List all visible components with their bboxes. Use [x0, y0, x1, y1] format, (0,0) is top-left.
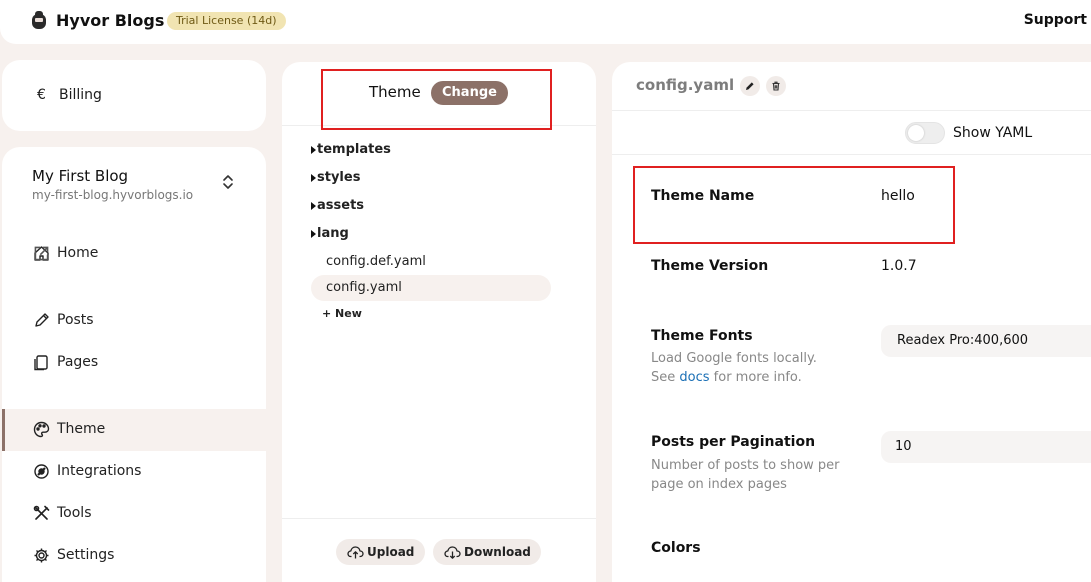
euro-icon: € [37, 87, 46, 103]
highlight-box-theme-name [633, 166, 955, 244]
folder-assets[interactable]: assets [310, 198, 364, 213]
file-config-yaml[interactable]: config.yaml [326, 280, 402, 295]
sidebar-item-label: Tools [57, 505, 92, 521]
editor-toolbar-divider [612, 154, 1091, 155]
folder-lang[interactable]: lang [311, 226, 349, 241]
posts-per-pagination-help: Number of posts to show per page on inde… [651, 458, 840, 492]
sidebar-item-label: Settings [57, 547, 115, 563]
new-file-button[interactable]: + New [322, 307, 362, 320]
external-link-icon[interactable] [33, 245, 50, 262]
file-config-def-yaml[interactable]: config.def.yaml [326, 254, 426, 269]
top-bar: Hyvor Blogs Trial License (14d) Support [0, 0, 1091, 44]
pencil-icon [746, 82, 754, 90]
sidebar-item-settings[interactable]: Settings [2, 535, 266, 577]
sidebar-item-label: Integrations [57, 463, 142, 479]
tools-icon [33, 505, 50, 520]
cloud-upload-icon [347, 546, 364, 559]
sidebar: My First Blog my-first-blog.hyvorblogs.i… [2, 147, 266, 582]
theme-files-panel: Theme Change templates styles assets lan… [282, 62, 596, 582]
sidebar-item-label: Pages [57, 354, 99, 370]
folder-templates[interactable]: templates [311, 142, 391, 157]
editor-file-title: config.yaml [636, 76, 735, 94]
sidebar-item-home[interactable]: Home [2, 233, 266, 275]
download-label: Download [464, 545, 531, 559]
posts-per-pagination-label: Posts per Pagination [651, 434, 816, 450]
theme-version-value: 1.0.7 [881, 258, 917, 274]
sidebar-item-label: Home [57, 245, 99, 261]
docs-link[interactable]: docs [679, 370, 709, 385]
sidebar-item-tools[interactable]: Tools [2, 493, 266, 535]
delete-file-button[interactable] [766, 76, 786, 96]
show-yaml-label: Show YAML [953, 125, 1033, 141]
cloud-download-icon [444, 546, 461, 559]
theme-fonts-help-rest: for more info. [713, 370, 802, 385]
billing-card[interactable]: € Billing [2, 60, 266, 131]
files-footer-divider [282, 518, 596, 519]
highlight-box-theme-change [321, 69, 552, 130]
editor-header-divider [612, 110, 1091, 111]
theme-fonts-label: Theme Fonts [651, 328, 753, 344]
support-link[interactable]: Support [1024, 12, 1087, 28]
sidebar-item-integrations[interactable]: Integrations [2, 451, 266, 493]
upload-button[interactable]: Upload [336, 539, 425, 565]
blog-name: My First Blog [32, 167, 129, 185]
blog-url: my-first-blog.hyvorblogs.io [32, 188, 194, 202]
folder-styles[interactable]: styles [310, 170, 360, 185]
theme-version-label: Theme Version [651, 258, 769, 274]
colors-label: Colors [651, 540, 701, 556]
pencil-icon [35, 313, 49, 327]
sidebar-item-pages[interactable]: Pages [2, 342, 266, 384]
sidebar-item-theme[interactable]: Theme [2, 409, 266, 451]
sidebar-item-label: Theme [57, 421, 106, 437]
chevron-updown-icon[interactable] [220, 173, 236, 191]
billing-label: Billing [59, 87, 102, 103]
sidebar-item-posts[interactable]: Posts [2, 300, 266, 342]
config-editor-panel: config.yaml Show YAML Theme Name hello T… [612, 62, 1091, 582]
gear-icon [34, 548, 49, 563]
hyvor-logo-icon [32, 11, 46, 29]
theme-fonts-help-see: See [651, 370, 676, 385]
show-yaml-toggle[interactable] [905, 122, 945, 144]
theme-fonts-help: Load Google fonts locally. See docs for … [651, 349, 866, 387]
download-button[interactable]: Download [433, 539, 541, 565]
theme-fonts-help-line1: Load Google fonts locally. [651, 351, 817, 366]
theme-fonts-input[interactable]: Readex Pro:400,600 [881, 325, 1091, 357]
upload-label: Upload [367, 545, 415, 559]
palette-icon [33, 421, 50, 438]
sidebar-item-label: Posts [57, 312, 94, 328]
pages-icon [34, 355, 48, 371]
integrations-icon [34, 464, 49, 479]
trial-license-badge[interactable]: Trial License (14d) [167, 12, 286, 30]
trash-icon [772, 81, 780, 91]
rename-file-button[interactable] [740, 76, 760, 96]
posts-per-pagination-input[interactable]: 10 [881, 431, 1091, 463]
brand-name[interactable]: Hyvor Blogs [56, 11, 164, 30]
